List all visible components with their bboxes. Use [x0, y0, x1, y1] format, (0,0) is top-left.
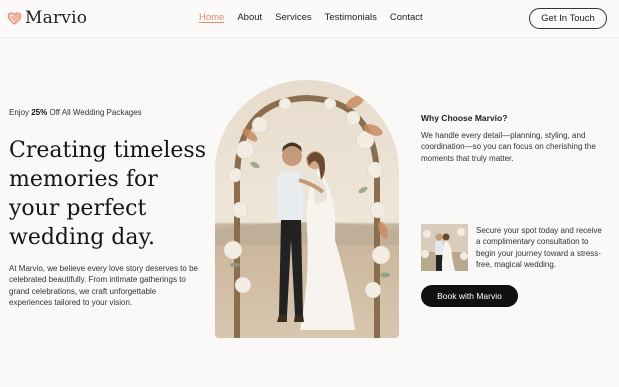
promo-suffix: Off All Wedding Packages — [47, 108, 142, 117]
heart-icon — [7, 11, 22, 25]
nav-testimonials[interactable]: Testimonials — [325, 12, 377, 23]
why-title: Why Choose Marvio? — [421, 113, 508, 123]
why-text: We handle every detail—planning, styling… — [421, 131, 596, 163]
site-header: Marvio Home About Services Testimonials … — [0, 0, 619, 38]
promo-text: Enjoy 25% Off All Wedding Packages — [9, 108, 142, 117]
promo-discount: 25% — [31, 108, 48, 117]
nav-contact[interactable]: Contact — [390, 12, 423, 23]
logo[interactable]: Marvio — [7, 8, 87, 28]
nav-home[interactable]: Home — [199, 12, 224, 23]
brand-name: Marvio — [25, 8, 88, 28]
hero-intro: At Marvio, we believe every love story d… — [9, 264, 198, 307]
nav-services[interactable]: Services — [275, 12, 311, 23]
promo-prefix: Enjoy — [9, 108, 32, 117]
couple-thumbnail-image — [421, 224, 468, 271]
booking-text: Secure your spot today and receive a com… — [476, 226, 602, 269]
main-nav: Home About Services Testimonials Contact — [199, 12, 423, 23]
nav-about[interactable]: About — [237, 12, 262, 23]
get-in-touch-button[interactable]: Get In Touch — [529, 8, 607, 29]
hero-headline: Creating timeless memories for your perf… — [9, 138, 207, 250]
wedding-couple-image — [215, 80, 399, 338]
book-button[interactable]: Book with Marvio — [421, 285, 518, 307]
